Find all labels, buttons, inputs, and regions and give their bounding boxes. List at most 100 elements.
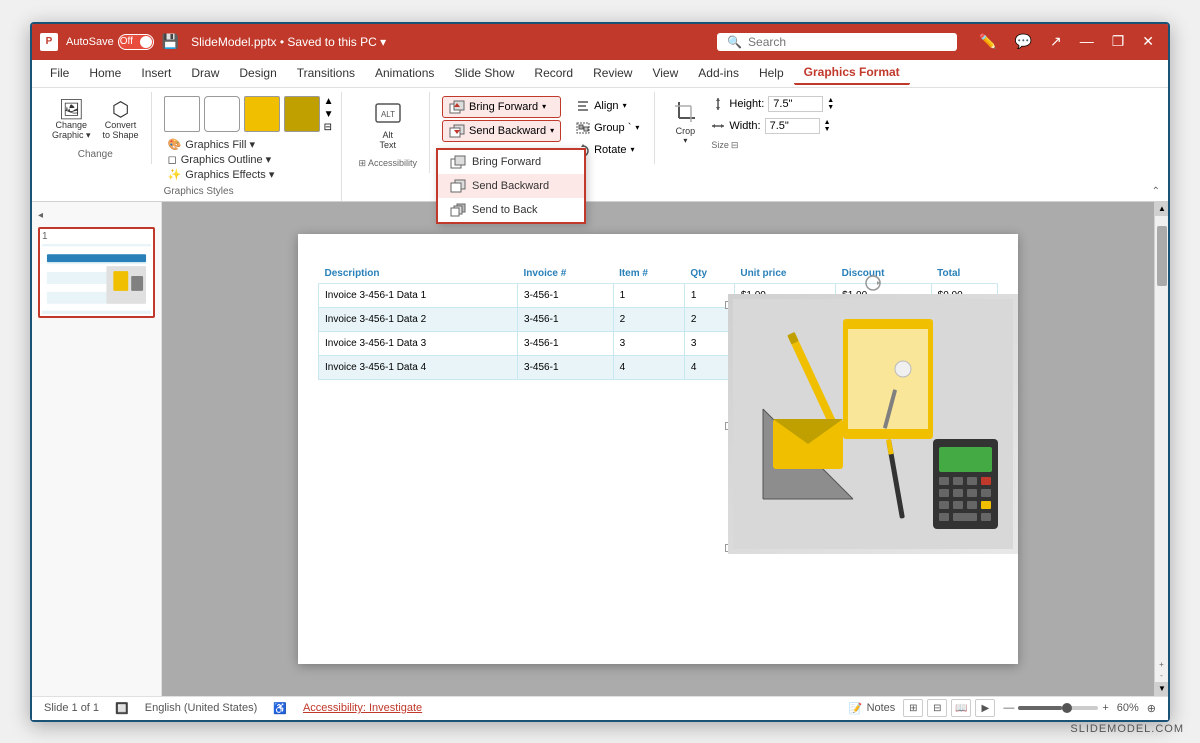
presenter-view-button[interactable]: ▶ <box>975 699 995 717</box>
ribbon-collapse[interactable]: ⌃ <box>1152 183 1160 201</box>
bring-forward-icon <box>449 100 465 114</box>
zoom-plus[interactable]: + <box>1102 702 1108 714</box>
menu-record[interactable]: Record <box>524 62 583 84</box>
search-bar[interactable]: 🔍 <box>717 33 957 51</box>
height-spinner: ▲ ▼ <box>827 97 834 111</box>
pen-icon[interactable]: ✏️ <box>973 31 1002 52</box>
zoom-fill <box>1018 706 1062 710</box>
menu-transitions[interactable]: Transitions <box>287 62 365 84</box>
graphics-fill-button[interactable]: 🎨 Graphics Fill ▾ <box>164 137 334 152</box>
styles-expand-button[interactable]: ⊟ <box>324 122 334 133</box>
change-graphic-button[interactable]: 🖼 Change Graphic ▾ <box>48 96 95 145</box>
scroll-down-button[interactable]: ▼ <box>1155 682 1168 696</box>
autosave-toggle[interactable]: Off <box>118 34 154 50</box>
ribbon: 🖼 Change Graphic ▾ ⬡ Convert to Shape Ch… <box>32 88 1168 202</box>
dropdown-send-to-back-icon <box>450 203 466 217</box>
minimize-button[interactable]: — <box>1074 31 1100 52</box>
menu-home[interactable]: Home <box>79 62 131 84</box>
styles-up-button[interactable]: ▲ <box>324 96 334 107</box>
menu-view[interactable]: View <box>642 62 688 84</box>
dropdown-send-backward[interactable]: Send Backward <box>438 174 584 198</box>
height-up[interactable]: ▲ <box>827 97 834 104</box>
height-input[interactable] <box>768 96 823 112</box>
dropdown-send-to-back[interactable]: Send to Back <box>438 198 584 222</box>
menu-graphics-format[interactable]: Graphics Format <box>794 61 910 85</box>
cell-qty-3: 3 <box>684 331 734 355</box>
menu-addins[interactable]: Add-ins <box>688 62 749 84</box>
height-down[interactable]: ▼ <box>827 104 834 111</box>
close-button[interactable]: ✕ <box>1136 31 1160 52</box>
scroll-thumb[interactable] <box>1157 226 1167 286</box>
graphic-overlay[interactable] <box>728 294 1018 554</box>
slide-info-icon: 🔲 <box>115 702 129 715</box>
zoom-in-scroll[interactable]: + <box>1159 660 1164 669</box>
slide-thumbnail-1[interactable]: 1 <box>38 227 155 318</box>
menu-bar: File Home Insert Draw Design Transitions… <box>32 60 1168 88</box>
comment-icon[interactable]: 💬 <box>1009 31 1038 52</box>
menu-design[interactable]: Design <box>229 62 286 84</box>
convert-to-shape-button[interactable]: ⬡ Convert to Shape <box>99 96 143 144</box>
styles-down-button[interactable]: ▼ <box>324 109 334 120</box>
menu-review[interactable]: Review <box>583 62 642 84</box>
width-down[interactable]: ▼ <box>824 126 831 133</box>
zoom-knob[interactable] <box>1062 703 1072 713</box>
crop-button[interactable]: Crop ▾ <box>667 96 703 149</box>
width-up[interactable]: ▲ <box>824 119 831 126</box>
dropdown-bring-forward[interactable]: Bring Forward <box>438 150 584 174</box>
cell-desc-3: Invoice 3-456-1 Data 3 <box>319 331 518 355</box>
collapse-icon: ⌃ <box>1152 186 1160 197</box>
scroll-up-button[interactable]: ▲ <box>1155 202 1168 216</box>
align-button[interactable]: Align ▾ <box>569 96 646 116</box>
scroll-track[interactable] <box>1155 216 1168 658</box>
cell-inv-2: 3-456-1 <box>518 307 614 331</box>
normal-view-button[interactable]: ⊞ <box>903 699 923 717</box>
rotation-handle[interactable] <box>864 274 882 292</box>
zoom-percentage[interactable]: 60% <box>1117 702 1139 714</box>
menu-file[interactable]: File <box>40 62 79 84</box>
send-backward-icon <box>449 124 465 138</box>
zoom-minus[interactable]: — <box>1003 702 1014 714</box>
col-header-invoice: Invoice # <box>518 264 614 284</box>
fit-slide-icon[interactable]: ⊕ <box>1147 702 1156 715</box>
style-square-3[interactable] <box>244 96 280 132</box>
bring-forward-button[interactable]: Bring Forward ▾ <box>442 96 561 118</box>
logo-letter: P <box>46 36 53 47</box>
arrange-group: Bring Forward ▾ Send Backward <box>434 92 655 164</box>
alt-text-icon: ALT <box>374 100 402 128</box>
graphics-outline-button[interactable]: ◻ Graphics Outline ▾ <box>164 152 334 167</box>
accessibility-status[interactable]: Accessibility: Investigate <box>303 702 422 714</box>
search-icon: 🔍 <box>727 35 742 49</box>
menu-draw[interactable]: Draw <box>181 62 229 84</box>
dropdown-send-to-back-label: Send to Back <box>472 204 537 216</box>
save-icon[interactable]: 💾 <box>162 33 179 50</box>
menu-insert[interactable]: Insert <box>131 62 181 84</box>
group-button[interactable]: Group ` ▾ <box>569 118 646 138</box>
dropdown-bring-forward-label: Bring Forward <box>472 156 541 168</box>
size-expand-icon[interactable]: ⊟ <box>731 140 739 151</box>
zoom-track[interactable] <box>1018 706 1098 710</box>
width-input[interactable] <box>765 118 820 134</box>
stationery-illustration <box>728 294 1018 554</box>
reading-view-button[interactable]: 📖 <box>951 699 971 717</box>
notes-button[interactable]: 📝 Notes <box>849 702 895 715</box>
style-square-1[interactable] <box>164 96 200 132</box>
zoom-slider[interactable]: — + <box>1003 702 1108 714</box>
share-icon[interactable]: ↗ <box>1044 31 1068 52</box>
search-input[interactable] <box>748 35 928 49</box>
col-header-unit-price: Unit price <box>734 264 835 284</box>
collapse-icon-panel[interactable]: ◂ <box>38 210 43 221</box>
menu-animations[interactable]: Animations <box>365 62 444 84</box>
graphics-effects-button[interactable]: ✨ Graphics Effects ▾ <box>164 167 334 182</box>
outline-icon: ◻ <box>168 153 177 166</box>
menu-help[interactable]: Help <box>749 62 794 84</box>
cell-item-2: 2 <box>613 307 684 331</box>
autosave-area: AutoSave Off <box>66 34 154 50</box>
style-square-4[interactable] <box>284 96 320 132</box>
style-square-2[interactable] <box>204 96 240 132</box>
slide-sorter-button[interactable]: ⊟ <box>927 699 947 717</box>
menu-slideshow[interactable]: Slide Show <box>444 62 524 84</box>
maximize-button[interactable]: ❐ <box>1106 31 1131 52</box>
send-backward-button[interactable]: Send Backward ▾ <box>442 120 561 142</box>
alt-text-button[interactable]: ALT Alt Text <box>368 96 408 154</box>
zoom-out-scroll[interactable]: - <box>1160 671 1163 680</box>
